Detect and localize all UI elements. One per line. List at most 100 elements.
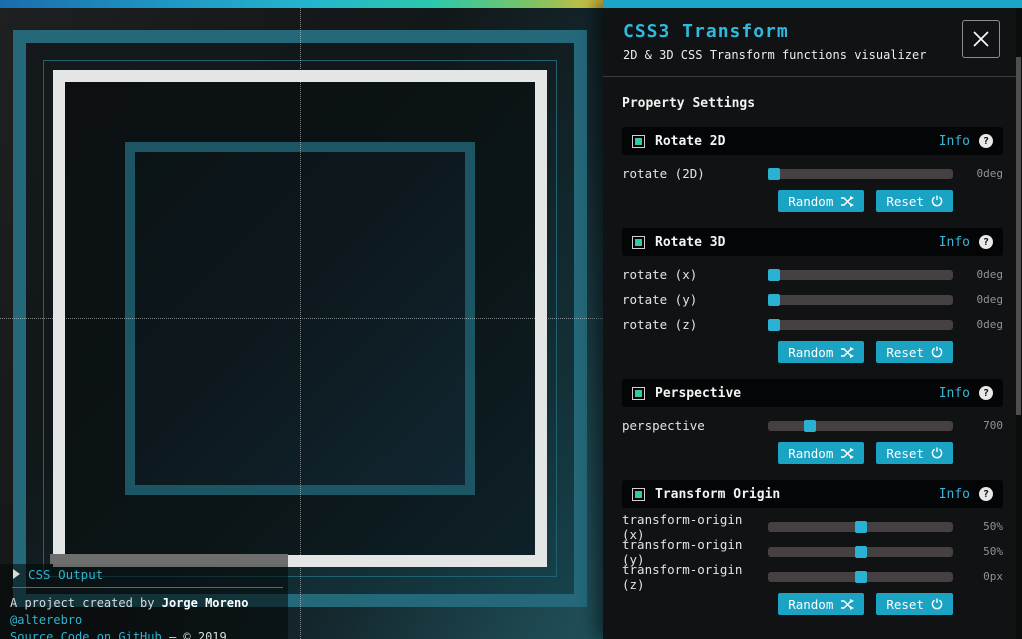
help-icon[interactable]: ? [979, 235, 993, 249]
css-output-label: CSS Output [28, 567, 103, 582]
section-header: Perspective Info ? [622, 379, 1003, 407]
shuffle-icon [840, 599, 854, 610]
copyright-text: — © 2019 [169, 630, 227, 639]
reset-button[interactable]: Reset [876, 341, 953, 363]
section-transform-origin: Transform Origin Info ? transform-origin… [622, 480, 1003, 615]
rotate-y-slider[interactable] [768, 295, 953, 305]
panel-scrollbar-thumb[interactable] [1016, 57, 1021, 415]
rotate-2d-slider[interactable] [768, 169, 953, 179]
transform-origin-checkbox[interactable] [632, 488, 645, 501]
perspective-slider[interactable] [768, 421, 953, 431]
help-icon[interactable]: ? [979, 487, 993, 501]
section-title: Transform Origin [655, 487, 780, 502]
slider-label: rotate (y) [622, 292, 768, 307]
shuffle-icon [840, 196, 854, 207]
info-wrap: Info ? [939, 134, 993, 149]
panel-scrollbar[interactable] [1016, 8, 1022, 639]
slider-value: 0px [953, 570, 1003, 583]
power-icon [931, 346, 943, 358]
help-icon[interactable]: ? [979, 386, 993, 400]
power-icon [931, 447, 943, 459]
panel-content: Property Settings Rotate 2D Info ? rotat… [603, 77, 1022, 639]
slider-label: perspective [622, 418, 768, 433]
random-button[interactable]: Random [778, 442, 864, 464]
rotate-2d-checkbox[interactable] [632, 135, 645, 148]
slider-thumb[interactable] [768, 294, 780, 306]
checkbox-check-icon [635, 491, 642, 498]
section-title: Rotate 2D [655, 134, 725, 149]
slider-row: transform-origin (y) 50% [622, 539, 1003, 564]
credit-line: A project created by Jorge Moreno @alter… [10, 595, 310, 629]
transform-origin-z-slider[interactable] [768, 572, 953, 582]
transform-origin-y-slider[interactable] [768, 547, 953, 557]
credits: A project created by Jorge Moreno @alter… [10, 595, 310, 639]
slider-label: rotate (x) [622, 267, 768, 282]
button-row: Random Reset [622, 341, 953, 363]
info-link[interactable]: Info [939, 386, 970, 401]
section-rotate-3d: Rotate 3D Info ? rotate (x) 0deg rotate … [622, 228, 1003, 363]
help-icon[interactable]: ? [979, 134, 993, 148]
panel-subtitle: 2D & 3D CSS Transform functions visualiz… [623, 48, 1002, 62]
section-perspective: Perspective Info ? perspective 700 Rando… [622, 379, 1003, 464]
slider-value: 0deg [953, 293, 1003, 306]
slider-label: transform-origin (z) [622, 562, 768, 592]
random-button[interactable]: Random [778, 341, 864, 363]
shuffle-icon [840, 347, 854, 358]
reset-button[interactable]: Reset [876, 593, 953, 615]
section-header: Rotate 3D Info ? [622, 228, 1003, 256]
transform-origin-x-slider[interactable] [768, 522, 953, 532]
slider-label: rotate (2D) [622, 166, 768, 181]
reset-button[interactable]: Reset [876, 442, 953, 464]
random-button[interactable]: Random [778, 593, 864, 615]
origin-crosshair-horizontal [0, 318, 603, 319]
power-icon [931, 195, 943, 207]
section-header: Rotate 2D Info ? [622, 127, 1003, 155]
checkbox-check-icon [635, 239, 642, 246]
slider-row: perspective 700 [622, 413, 1003, 438]
slider-value: 0deg [953, 268, 1003, 281]
slider-thumb[interactable] [768, 269, 780, 281]
slider-value: 50% [953, 545, 1003, 558]
panel-title: CSS3 Transform [623, 21, 1002, 42]
section-rotate-2d: Rotate 2D Info ? rotate (2D) 0deg Random… [622, 127, 1003, 212]
info-wrap: Info ? [939, 386, 993, 401]
author-handle-link[interactable]: @alterebro [10, 613, 82, 627]
section-title: Rotate 3D [655, 235, 725, 250]
rotate-x-slider[interactable] [768, 270, 953, 280]
rotate-z-slider[interactable] [768, 320, 953, 330]
source-code-link[interactable]: Source Code on GitHub [10, 630, 162, 639]
source-line: Source Code on GitHub — © 2019 www.moro.… [10, 629, 310, 639]
slider-thumb[interactable] [768, 319, 780, 331]
section-header: Transform Origin Info ? [622, 480, 1003, 508]
visualizer-stage [0, 0, 603, 639]
slider-thumb[interactable] [855, 571, 867, 583]
info-link[interactable]: Info [939, 134, 970, 149]
slider-row: rotate (y) 0deg [622, 287, 1003, 312]
settings-heading: Property Settings [622, 96, 1003, 111]
slider-thumb[interactable] [855, 546, 867, 558]
perspective-checkbox[interactable] [632, 387, 645, 400]
close-button[interactable] [962, 20, 1000, 58]
slider-value: 0deg [953, 318, 1003, 331]
reset-button[interactable]: Reset [876, 190, 953, 212]
section-title: Perspective [655, 386, 741, 401]
info-wrap: Info ? [939, 235, 993, 250]
slider-thumb[interactable] [768, 168, 780, 180]
footer-divider [12, 587, 283, 588]
shuffle-icon [840, 448, 854, 459]
rotate-3d-checkbox[interactable] [632, 236, 645, 249]
author-name: Jorge Moreno [162, 596, 249, 610]
top-gradient-bar [0, 0, 603, 8]
css3-transform-app: CSS Output A project created by Jorge Mo… [0, 0, 1022, 639]
button-row: Random Reset [622, 190, 953, 212]
slider-value: 0deg [953, 167, 1003, 180]
css-output-drag-handle[interactable] [50, 554, 288, 564]
info-wrap: Info ? [939, 487, 993, 502]
info-link[interactable]: Info [939, 235, 970, 250]
random-button[interactable]: Random [778, 190, 864, 212]
slider-thumb[interactable] [804, 420, 816, 432]
button-row: Random Reset [622, 442, 953, 464]
slider-thumb[interactable] [855, 521, 867, 533]
css-output-toggle[interactable]: CSS Output [13, 566, 103, 582]
info-link[interactable]: Info [939, 487, 970, 502]
